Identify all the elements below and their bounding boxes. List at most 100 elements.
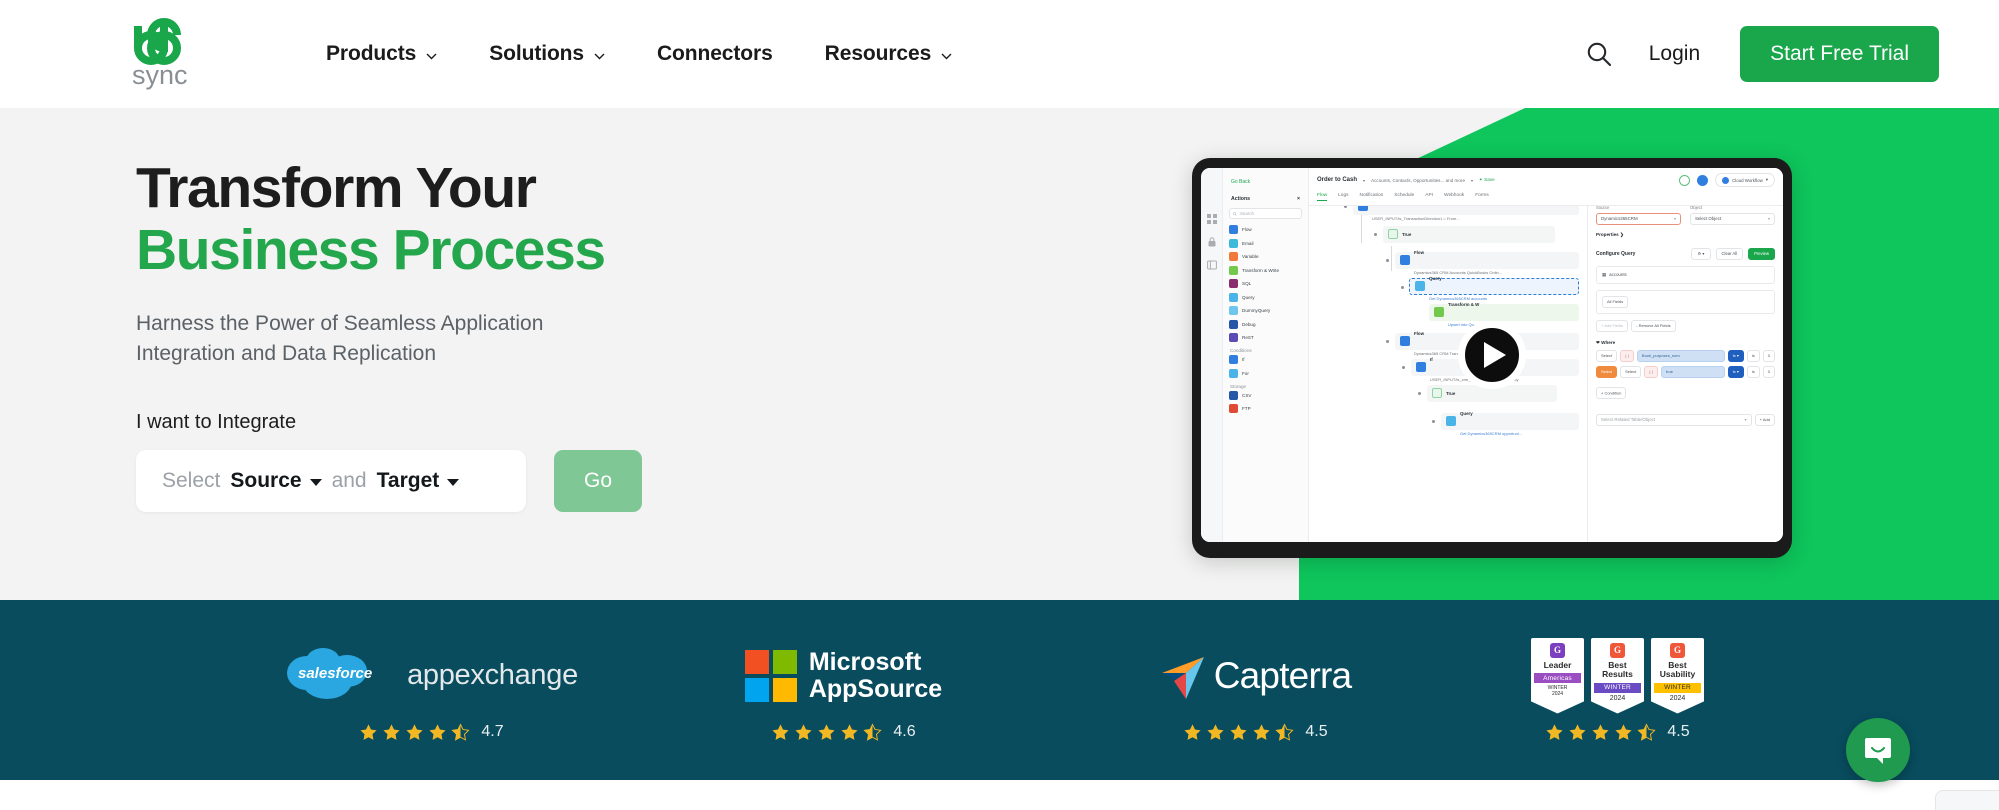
help-icon[interactable] [1679,174,1691,186]
node-handle[interactable] [1374,232,1377,236]
nav-label: Resources [824,42,932,65]
condition-type[interactable]: fx ▾ [1727,365,1744,378]
tab-flow[interactable]: Flow [1317,193,1328,201]
node-handle[interactable] [1386,258,1389,262]
storage-item[interactable]: CSV [1229,390,1302,400]
table-box[interactable]: ▦ accounts [1596,265,1775,284]
properties-toggle[interactable]: Properties ❯ [1596,232,1775,238]
node-handle[interactable] [1432,419,1435,423]
add-related-button[interactable]: + Add [1754,413,1775,426]
rest-icon [1229,333,1238,342]
g2-rating: 4.5 [1545,722,1690,742]
condition-boolean[interactable]: Select [1596,365,1618,378]
condition-select[interactable]: Select [1620,365,1642,378]
condition-item[interactable]: For [1229,368,1302,378]
condition-operator-pre[interactable]: ( ) [1620,349,1634,362]
source-select[interactable]: Dynamics365CRM ▾ [1596,212,1681,225]
add-fields-button[interactable]: + Add Fields [1596,319,1629,332]
condition-field[interactable]: Book_purposes_num [1636,349,1725,362]
configure-query-title: Configure Query [1596,250,1636,257]
condition-op[interactable]: is [1746,349,1760,362]
related-table-select[interactable]: Select Related Table/Object ▾ [1596,413,1752,426]
action-item[interactable]: ReST [1229,333,1302,342]
dbsync-logo[interactable]: sync [130,18,208,90]
tab-webhook[interactable]: Webhook [1444,193,1464,201]
node-handle[interactable] [1418,391,1421,395]
star-rating [771,722,882,742]
login-link[interactable]: Login [1635,34,1714,74]
action-label: Flow [1242,227,1252,232]
condition-value[interactable]: 0 [1762,365,1775,378]
lock-icon[interactable] [1207,237,1217,247]
tab-api[interactable]: API [1425,193,1433,201]
grid-icon[interactable] [1206,214,1217,224]
query-icon [1229,292,1238,302]
tab-notification[interactable]: Notification [1360,193,1384,201]
tab-schedule[interactable]: Schedule [1394,193,1414,201]
flow-node[interactable]: Transform & W Upsert into Qu... [1429,302,1579,327]
source-dropdown[interactable]: Source [230,469,322,493]
table-icon[interactable] [1206,260,1217,270]
tab-logs[interactable]: Logs [1338,193,1348,201]
condition-operator-pre[interactable]: ( ) [1644,365,1659,378]
flow-node-selected[interactable]: Query Get Dynamics365CRM accounts [1401,276,1579,301]
action-label: Transform & Write [1242,267,1280,273]
star-rating [1183,722,1294,742]
collapse-icon[interactable]: × [1297,196,1300,202]
salesforce-appexchange-logo: salesforce appexchange [285,645,578,707]
storage-item[interactable]: FTP [1229,404,1302,413]
flow-node[interactable]: Query Get Dynamics365CRM opportuni... [1432,411,1579,436]
flow-canvas[interactable]: Dynamics365 CRM and QuickBooks Online Or… [1309,168,1587,542]
gear-icon[interactable]: ⚙ ▾ [1691,247,1711,260]
preview-button[interactable]: Preview [1748,247,1775,260]
condition-item[interactable]: If [1229,355,1302,364]
star-icon [795,723,812,740]
play-icon[interactable] [1458,321,1526,389]
sidebar-search-input[interactable]: Search [1229,208,1302,219]
chevron-down-icon[interactable]: ▾ [1471,178,1473,183]
condition-value[interactable]: 0 [1762,349,1775,362]
all-fields-chip[interactable]: All Fields [1602,295,1629,308]
action-item[interactable]: Variable [1229,252,1302,261]
node-handle[interactable] [1386,339,1389,343]
preview-label: Preview [1754,251,1769,256]
where-label: Where [1601,339,1616,345]
condition-field[interactable]: true [1661,365,1725,378]
nav-item-solutions[interactable]: Solutions [489,42,605,66]
action-item[interactable]: Flow [1229,225,1302,234]
clear-all-button[interactable]: Clear All [1715,247,1744,260]
condition-type[interactable]: fx ▾ [1727,349,1744,362]
nav-item-resources[interactable]: Resources [825,42,953,66]
node-handle[interactable] [1402,365,1405,369]
action-item[interactable]: Transform & Write [1229,265,1302,275]
action-item[interactable]: SQL [1229,279,1302,288]
go-button[interactable]: Go [554,449,642,512]
add-condition-button[interactable]: + Condition [1596,387,1627,399]
nav-item-connectors[interactable]: Connectors [657,42,773,66]
condition-op[interactable]: is [1746,365,1760,378]
go-back-link[interactable]: Go Back [1229,174,1302,192]
target-label: Target [376,468,440,492]
action-item[interactable]: Query [1229,292,1302,302]
dummyquery-icon [1229,306,1238,315]
nav-item-products[interactable]: Products [326,42,437,66]
target-dropdown[interactable]: Target [377,469,460,493]
csv-icon [1229,390,1238,400]
chat-bubble-icon[interactable] [1846,718,1910,782]
product-video-device[interactable]: Go Back Actions × Search Flow Email Vari… [1192,158,1792,558]
action-item[interactable]: Email [1229,238,1302,248]
tab-forms[interactable]: Forms [1475,193,1489,201]
star-icon [1230,723,1247,740]
cloud-workflow-selector[interactable]: Cloud Workflow ▾ [1715,173,1775,187]
save-link[interactable]: ✦ Save [1479,177,1495,183]
chevron-down-icon[interactable]: ▾ [1363,178,1365,183]
object-select[interactable]: Select Object ▾ [1690,212,1775,225]
notifications-icon[interactable] [1697,174,1709,186]
remove-all-fields-button[interactable]: - Remove All Fields [1631,319,1676,332]
action-item[interactable]: DummyQuery [1229,306,1302,315]
search-icon[interactable] [1577,31,1623,77]
action-item[interactable]: Debug [1229,319,1302,329]
condition-select[interactable]: Select [1596,349,1618,362]
node-handle[interactable] [1401,285,1404,289]
start-free-trial-button[interactable]: Start Free Trial [1740,26,1939,82]
